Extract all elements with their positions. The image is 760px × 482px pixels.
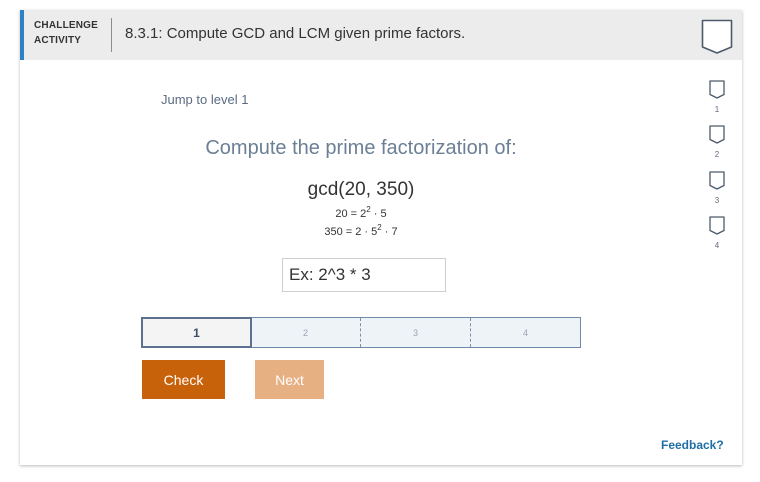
level-3-badge-number: 3 <box>714 196 720 205</box>
level-badge-icon <box>709 171 725 190</box>
level-3-badge: 3 <box>707 171 727 206</box>
level-badge-icon <box>709 80 725 99</box>
level-badge-icon <box>709 216 725 235</box>
level-progress-bar: 1 2 3 4 <box>141 317 581 348</box>
feedback-link[interactable]: Feedback? <box>661 438 724 452</box>
header-accent-bar <box>20 10 24 60</box>
challenge-activity-card: CHALLENGE ACTIVITY 8.3.1: Compute GCD an… <box>20 10 742 465</box>
factorization-350: 350 = 2 · 52 · 7 <box>324 223 398 239</box>
level-1-badge-number: 1 <box>714 105 720 114</box>
level-2-badge-number: 2 <box>714 150 720 159</box>
level-tab-3[interactable]: 3 <box>360 318 470 347</box>
level-tab-1[interactable]: 1 <box>141 317 252 348</box>
level-4-badge: 4 <box>707 216 727 251</box>
activity-type-label: CHALLENGE ACTIVITY <box>34 20 99 46</box>
jump-to-level-link[interactable]: Jump to level 1 <box>161 92 248 107</box>
question-prompt: Compute the prime factorization of: <box>205 137 517 159</box>
answer-input[interactable] <box>282 258 446 292</box>
level-4-badge-number: 4 <box>714 241 720 250</box>
level-tab-4[interactable]: 4 <box>470 318 580 347</box>
activity-header: CHALLENGE ACTIVITY 8.3.1: Compute GCD an… <box>20 10 742 60</box>
header-divider <box>111 18 112 52</box>
level-tab-2[interactable]: 2 <box>251 318 360 347</box>
activity-title: 8.3.1: Compute GCD and LCM given prime f… <box>125 25 466 42</box>
next-button[interactable]: Next <box>255 360 324 399</box>
level-badge-icon <box>709 125 725 144</box>
level-2-badge: 2 <box>707 125 727 160</box>
check-button[interactable]: Check <box>142 360 225 399</box>
completion-badge-icon <box>701 19 733 60</box>
factorization-20: 20 = 22 · 5 <box>335 205 387 221</box>
question-expression: gcd(20, 350) <box>307 179 415 200</box>
level-1-badge: 1 <box>707 80 727 115</box>
